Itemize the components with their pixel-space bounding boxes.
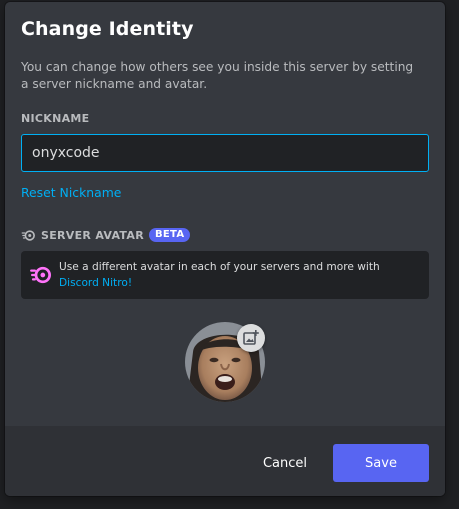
modal-description: You can change how others see you inside… bbox=[21, 60, 414, 91]
avatar-upload[interactable] bbox=[185, 322, 265, 402]
modal-footer: Cancel Save bbox=[5, 426, 445, 496]
nitro-upsell-text: Use a different avatar in each of your s… bbox=[59, 259, 419, 291]
beta-badge: BETA bbox=[148, 228, 191, 242]
nitro-upsell-body: Use a different avatar in each of your s… bbox=[59, 261, 380, 273]
nitro-upsell-box: Use a different avatar in each of your s… bbox=[21, 251, 429, 299]
cancel-button[interactable]: Cancel bbox=[245, 444, 325, 482]
add-image-icon bbox=[243, 330, 259, 345]
modal-title: Change Identity bbox=[21, 18, 194, 40]
server-avatar-header: SERVER AVATAR BETA bbox=[21, 226, 191, 244]
reset-nickname-link[interactable]: Reset Nickname bbox=[21, 185, 121, 200]
nitro-icon bbox=[21, 229, 35, 241]
save-button[interactable]: Save bbox=[333, 444, 429, 482]
server-avatar-label: SERVER AVATAR bbox=[41, 228, 144, 242]
change-identity-modal: Change Identity You can change how other… bbox=[5, 2, 445, 496]
add-image-button[interactable] bbox=[237, 324, 265, 352]
discord-nitro-link[interactable]: Discord Nitro! bbox=[59, 277, 132, 289]
nitro-icon bbox=[30, 266, 51, 284]
nickname-input[interactable] bbox=[21, 134, 429, 172]
nickname-label: NICKNAME bbox=[21, 112, 90, 125]
